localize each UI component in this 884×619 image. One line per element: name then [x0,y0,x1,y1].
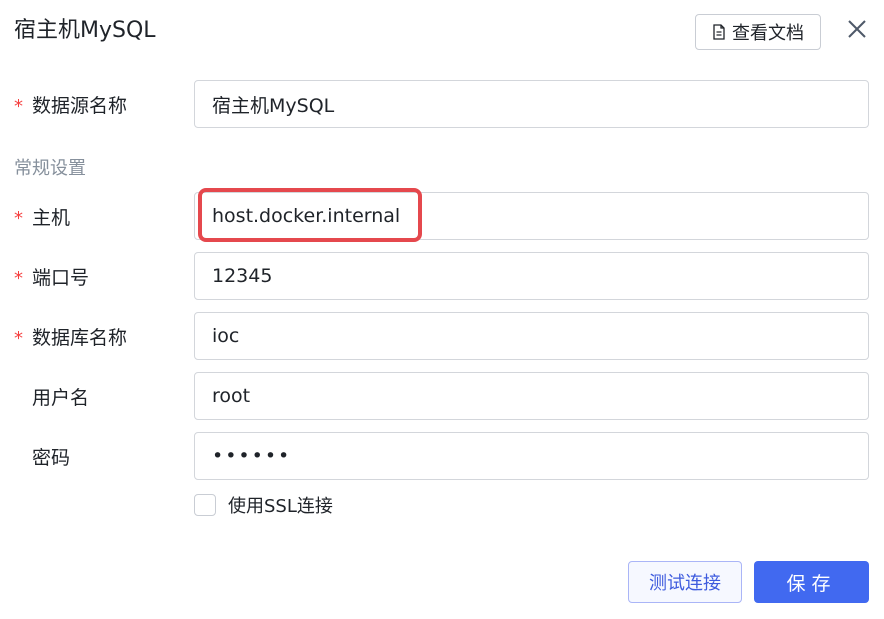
port-input[interactable] [194,252,869,300]
section-title-general: 常规设置 [14,158,86,179]
datasource-name-label-text: 数据源名称 [32,94,128,117]
ssl-option: 使用SSL连接 [194,491,333,519]
host-label-text: 主机 [32,206,71,229]
password-label: 密码 [14,432,70,480]
close-icon [846,18,868,44]
port-label-text: 端口号 [32,266,90,289]
required-mark: * [14,208,23,229]
datasource-name-input[interactable] [194,80,869,128]
database-name-row: * 数据库名称 [0,312,884,360]
close-button[interactable] [842,16,872,46]
required-mark: * [14,96,23,117]
database-name-input[interactable] [194,312,869,360]
host-input[interactable] [194,192,869,240]
username-row: 用户名 [0,372,884,420]
datasource-name-row: * 数据源名称 [0,80,884,128]
required-mark: * [14,328,23,349]
dialog-title: 宿主机MySQL [14,18,156,43]
username-label-text: 用户名 [32,386,90,409]
password-row: 密码 [0,432,884,480]
port-label: * 端口号 [14,252,89,300]
password-input[interactable] [194,432,869,480]
ssl-label[interactable]: 使用SSL连接 [228,492,333,518]
required-mark: * [14,268,23,289]
port-row: * 端口号 [0,252,884,300]
document-icon [712,24,726,40]
password-label-text: 密码 [32,446,71,469]
host-row: * 主机 [0,192,884,240]
datasource-name-label: * 数据源名称 [14,80,127,128]
database-name-label-text: 数据库名称 [32,326,128,349]
host-label: * 主机 [14,192,70,240]
datasource-dialog: 宿主机MySQL 查看文档 * 数据源名称 常规设置 [0,0,884,619]
database-name-label: * 数据库名称 [14,312,127,360]
username-input[interactable] [194,372,869,420]
test-connection-button[interactable]: 测试连接 [628,561,742,603]
save-button[interactable]: 保存 [754,561,869,603]
ssl-checkbox[interactable] [194,494,216,516]
view-docs-button[interactable]: 查看文档 [695,14,821,50]
username-label: 用户名 [14,372,89,420]
view-docs-label: 查看文档 [732,23,804,44]
